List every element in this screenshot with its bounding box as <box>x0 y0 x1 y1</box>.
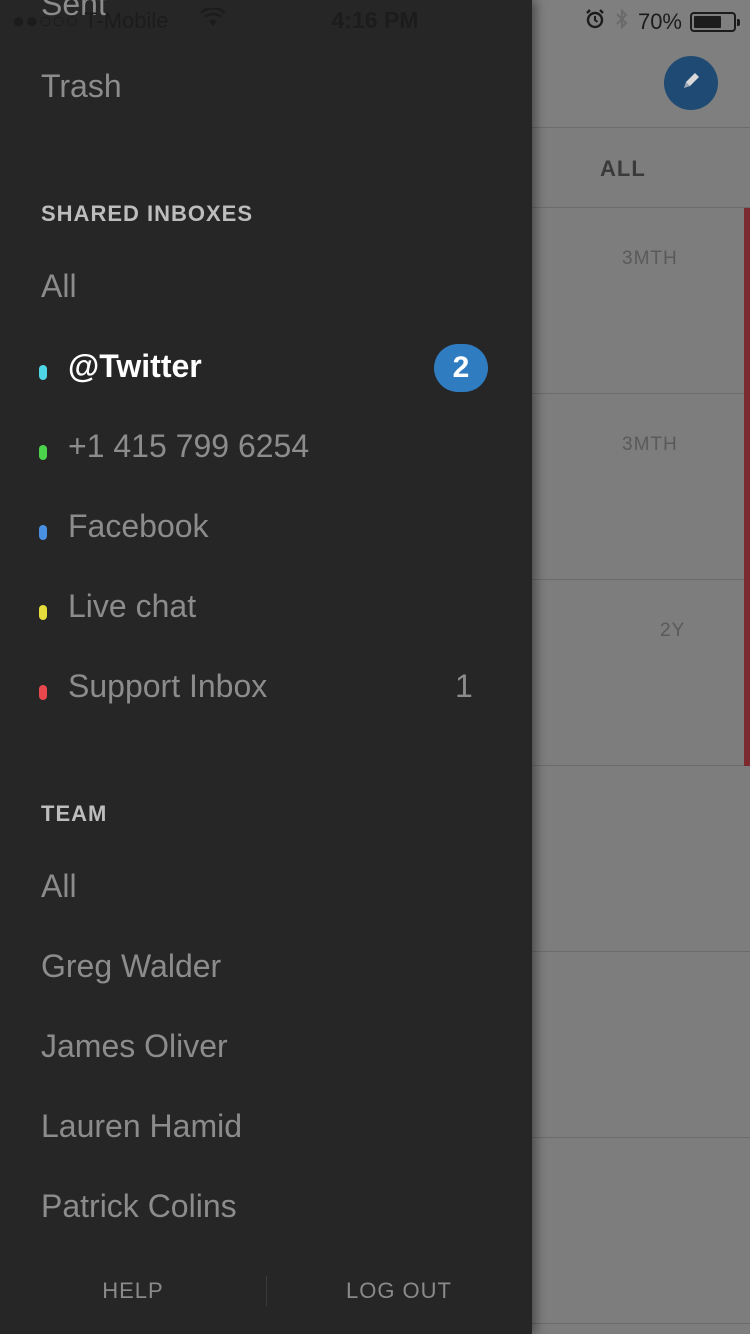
team-all[interactable]: All <box>41 868 77 905</box>
help-link[interactable]: HELP <box>0 1278 266 1304</box>
navigation-drawer: Sent Trash SHARED INBOXES All @Twitter 2… <box>0 0 532 1334</box>
team-header: TEAM <box>41 801 108 826</box>
battery-percent: 70% <box>637 9 682 34</box>
inbox-label: Support Inbox <box>68 668 268 704</box>
shared-inboxes-header: SHARED INBOXES <box>41 201 254 226</box>
team-member-lauren[interactable]: Lauren Hamid <box>41 1108 242 1145</box>
inbox-color-dot <box>39 605 47 620</box>
status-bar: ●●○○○ T-Mobile 4:16 PM 70% <box>0 0 750 40</box>
inbox-item-twitter[interactable]: @Twitter 2 <box>0 340 532 400</box>
team-member-patrick[interactable]: Patrick Colins <box>41 1188 237 1225</box>
conversation-time: 2Y <box>660 620 686 641</box>
conversation-time: 3MTH <box>622 248 678 269</box>
status-indicators: 70% <box>584 7 740 37</box>
unread-indicator <box>744 208 750 394</box>
inbox-color-dot <box>39 685 47 700</box>
inbox-label: Facebook <box>68 508 209 544</box>
nav-item-trash[interactable]: Trash <box>41 68 122 105</box>
unread-badge: 2 <box>434 344 488 392</box>
inbox-label: +1 415 799 6254 <box>68 428 310 464</box>
inbox-label: Live chat <box>68 588 197 624</box>
bluetooth-icon <box>614 7 630 37</box>
battery-icon <box>690 12 740 32</box>
compose-button[interactable] <box>664 56 718 110</box>
alarm-icon <box>584 8 606 36</box>
unread-indicator <box>744 394 750 580</box>
inbox-color-dot <box>39 525 47 540</box>
team-member-greg[interactable]: Greg Walder <box>41 948 221 985</box>
shared-inbox-all[interactable]: All <box>41 268 77 305</box>
inbox-item-phone[interactable]: +1 415 799 6254 <box>0 420 532 480</box>
unread-indicator <box>744 580 750 766</box>
inbox-color-dot <box>39 365 47 380</box>
inbox-item-facebook[interactable]: Facebook <box>0 500 532 560</box>
drawer-footer: HELP LOG OUT <box>0 1248 532 1334</box>
inbox-item-support[interactable]: Support Inbox 1 <box>0 660 532 720</box>
logout-link[interactable]: LOG OUT <box>266 1278 532 1304</box>
tab-all[interactable]: ALL <box>600 156 646 182</box>
team-member-james[interactable]: James Oliver <box>41 1028 228 1065</box>
inbox-count: 1 <box>455 668 473 704</box>
conversation-time: 3MTH <box>622 434 678 455</box>
inbox-color-dot <box>39 445 47 460</box>
battery-level <box>694 16 721 28</box>
inbox-item-live-chat[interactable]: Live chat <box>0 580 532 640</box>
inbox-label: @Twitter <box>68 348 202 384</box>
pencil-icon <box>678 68 704 99</box>
